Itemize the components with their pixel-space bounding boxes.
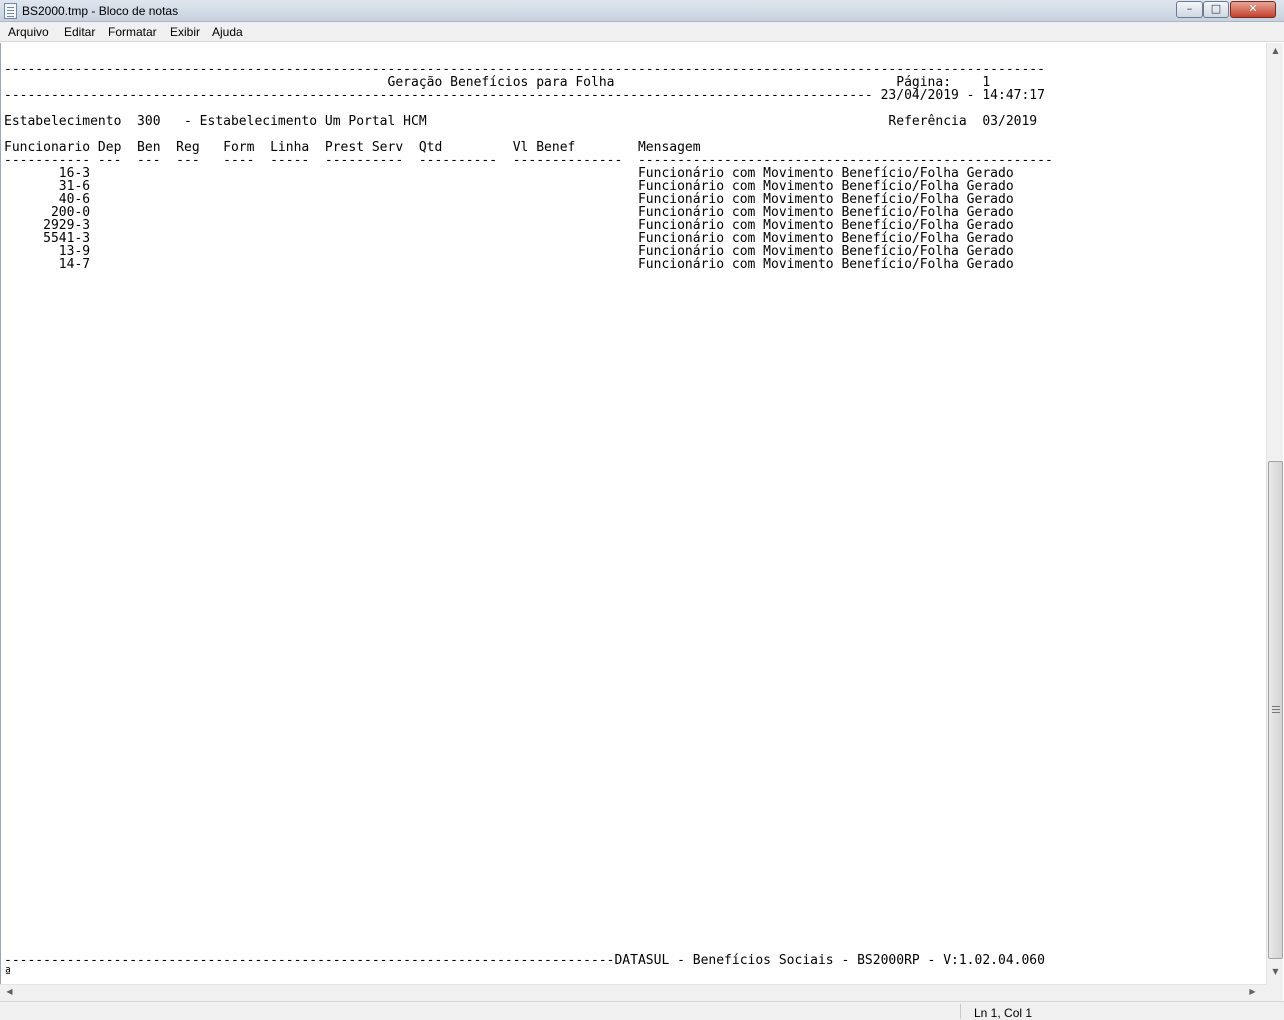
footer-marker: ª: [4, 966, 12, 981]
footer-line: ----------------------------------------…: [4, 953, 1045, 968]
scroll-up-icon[interactable]: ▲: [1268, 46, 1283, 55]
report-footer: ----------------------------------------…: [4, 954, 1045, 980]
close-button[interactable]: ✕: [1230, 1, 1276, 18]
status-divider: [960, 1004, 961, 1019]
status-bar: Ln 1, Col 1: [0, 1001, 1284, 1020]
vertical-scrollbar[interactable]: ▲ ▼: [1266, 43, 1283, 984]
report-date-line: ----------------------------------------…: [4, 88, 1045, 103]
scrollbar-corner: [1266, 984, 1283, 1001]
vertical-scroll-thumb[interactable]: [1268, 461, 1283, 959]
menu-editar[interactable]: Editar: [64, 25, 95, 39]
notepad-icon: [4, 3, 17, 19]
menu-bar: Arquivo Editar Formatar Exibir Ajuda: [0, 22, 1284, 42]
minimize-button[interactable]: –: [1176, 1, 1203, 18]
report-row: 14-7 Funcionário com Movimento Benefício…: [4, 257, 1014, 272]
text-editor[interactable]: ----------------------------------------…: [0, 43, 1266, 984]
scroll-right-icon[interactable]: ▶: [1245, 987, 1260, 996]
menu-exibir[interactable]: Exibir: [170, 25, 200, 39]
horizontal-scrollbar[interactable]: ◀ ▶: [0, 984, 1266, 1001]
establishment-line: Estabelecimento 300 - Estabelecimento Um…: [4, 114, 1038, 129]
scroll-down-icon[interactable]: ▼: [1268, 967, 1283, 976]
report-text: ----------------------------------------…: [4, 63, 1053, 271]
scroll-left-icon[interactable]: ◀: [2, 987, 17, 996]
title-bar: BS2000.tmp - Bloco de notas – □ ✕: [0, 0, 1284, 22]
window-title: BS2000.tmp - Bloco de notas: [22, 4, 179, 18]
menu-ajuda[interactable]: Ajuda: [212, 25, 243, 39]
maximize-button[interactable]: □: [1203, 1, 1229, 18]
grip-icon: [1272, 706, 1280, 713]
cursor-position: Ln 1, Col 1: [974, 1006, 1033, 1020]
menu-formatar[interactable]: Formatar: [108, 25, 157, 39]
menu-arquivo[interactable]: Arquivo: [8, 25, 49, 39]
